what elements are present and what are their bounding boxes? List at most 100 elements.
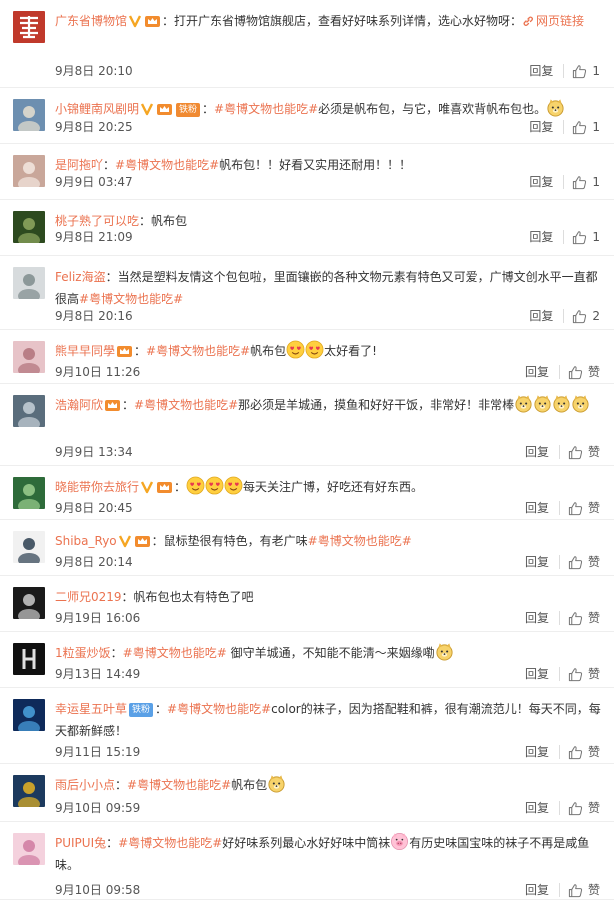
like-button[interactable]: 1	[572, 118, 600, 136]
comment-text: ：	[202, 102, 215, 116]
like-button[interactable]: 1	[572, 173, 600, 191]
username-link[interactable]: 晓能带你去旅行	[55, 480, 139, 494]
topic-hashtag-link[interactable]: #粤博文物也能吃#	[118, 836, 222, 850]
reply-button[interactable]: 回复	[525, 363, 549, 381]
avatar[interactable]	[13, 643, 45, 675]
reply-button[interactable]: 回复	[525, 665, 549, 683]
like-button[interactable]: 1	[572, 228, 600, 246]
comment-meta: 9月9日 03:47 回复 1	[55, 173, 606, 191]
reply-button[interactable]: 回复	[525, 881, 549, 899]
verified-v-icon	[140, 103, 154, 116]
doge-emoji-icon	[553, 395, 570, 413]
avatar[interactable]	[13, 587, 45, 619]
like-button[interactable]: 赞	[568, 363, 600, 381]
topic-hashtag-link[interactable]: #粤博文物也能吃#	[167, 702, 271, 716]
timestamp: 9月9日 13:34	[55, 445, 133, 459]
like-button[interactable]: 赞	[568, 799, 600, 817]
comment-actions: 回复 赞	[525, 881, 600, 899]
comment-actions: 回复 2	[529, 307, 600, 325]
reply-button[interactable]: 回复	[525, 609, 549, 627]
avatar[interactable]	[13, 699, 45, 731]
username-link[interactable]: 浩瀚阿欣	[55, 398, 103, 412]
comment-actions: 回复 1	[529, 62, 600, 80]
topic-hashtag-link[interactable]: #粤博文物也能吃#	[308, 534, 412, 548]
like-button[interactable]: 2	[572, 307, 600, 325]
avatar[interactable]	[13, 211, 45, 243]
action-divider	[563, 120, 565, 134]
avatar[interactable]	[13, 267, 45, 299]
comment-meta: 9月8日 20:16 回复 2	[55, 307, 606, 325]
comment-item: 晓能带你去旅行 ： 每天关注广博，好吃还有好东西。 9月8日 20:45 回复 赞	[0, 466, 614, 520]
comment-meta: 9月11日 15:19 回复 赞	[55, 743, 606, 761]
username-link[interactable]: 小锦鲤南风剧明	[55, 102, 139, 116]
reply-button[interactable]: 回复	[529, 307, 553, 325]
timestamp: 9月10日 11:26	[55, 365, 141, 379]
username-link[interactable]: 幸运星五叶草	[55, 702, 127, 716]
reply-button[interactable]: 回复	[525, 799, 549, 817]
avatar[interactable]	[13, 341, 45, 373]
username-link[interactable]: 熊早早同學	[55, 344, 115, 358]
comment-item: 熊早早同學 ：#粤博文物也能吃#帆布包 太好看了! 9月10日 11:26 回复 赞	[0, 330, 614, 384]
username-link[interactable]: 雨后小小点	[55, 778, 115, 792]
comment-text: ：	[103, 158, 116, 172]
avatar[interactable]	[13, 477, 45, 509]
avatar[interactable]	[13, 11, 45, 43]
avatar[interactable]	[13, 395, 45, 427]
like-count: 赞	[587, 745, 600, 759]
like-button[interactable]: 赞	[568, 609, 600, 627]
fan-crown-icon	[105, 400, 121, 411]
avatar[interactable]	[13, 775, 45, 807]
thumbs-up-icon	[568, 883, 583, 897]
username-link[interactable]: 桃子熟了可以吃	[55, 214, 139, 228]
topic-hashtag-link[interactable]: #粤博文物也能吃#	[123, 646, 227, 660]
doge-emoji-icon	[436, 643, 453, 661]
avatar[interactable]	[13, 531, 45, 563]
like-button[interactable]: 1	[572, 62, 600, 80]
avatar[interactable]	[13, 155, 45, 187]
avatar[interactable]	[13, 833, 45, 865]
reply-button[interactable]: 回复	[529, 173, 553, 191]
reply-button[interactable]: 回复	[525, 443, 549, 461]
heart-eyes-emoji-icon	[205, 476, 224, 495]
like-count: 1	[592, 175, 600, 189]
username-link[interactable]: 是阿拖吖	[55, 158, 103, 172]
timestamp: 9月9日 03:47	[55, 175, 133, 189]
topic-hashtag-link[interactable]: #粤博文物也能吃#	[214, 102, 318, 116]
like-button[interactable]: 赞	[568, 443, 600, 461]
username-link[interactable]: Shiba_Ryo	[55, 534, 117, 548]
reply-button[interactable]: 回复	[525, 743, 549, 761]
web-link[interactable]: 网页链接	[536, 14, 584, 28]
action-divider	[558, 745, 560, 759]
like-button[interactable]: 赞	[568, 499, 600, 517]
username-link[interactable]: Feliz海盗	[55, 270, 106, 284]
comment-text: ：打开广东省博物馆旗舰店，查看好好味系列详情，选心水好物呀：	[162, 14, 523, 28]
reply-button[interactable]: 回复	[525, 553, 549, 571]
like-button[interactable]: 赞	[568, 743, 600, 761]
topic-hashtag-link[interactable]: #粤博文物也能吃#	[115, 158, 219, 172]
reply-button[interactable]: 回复	[525, 499, 549, 517]
comment-actions: 回复 赞	[525, 609, 600, 627]
username-link[interactable]: PUIPUI兔	[55, 836, 106, 850]
reply-button[interactable]: 回复	[529, 228, 553, 246]
timestamp: 9月10日 09:58	[55, 883, 141, 897]
fan-crown-icon	[145, 16, 161, 27]
topic-hashtag-link[interactable]: #粤博文物也能吃#	[127, 778, 231, 792]
comment-text: ：	[122, 398, 135, 412]
topic-hashtag-link[interactable]: #粤博文物也能吃#	[79, 292, 183, 306]
username-link[interactable]: 广东省博物馆	[55, 14, 127, 28]
avatar[interactable]	[13, 99, 45, 131]
topic-hashtag-link[interactable]: #粤博文物也能吃#	[146, 344, 250, 358]
comment-body: 1粒蛋炒饭：#粤博文物也能吃# 御守羊城通，不知能不能淸～来姻缘嘞	[55, 642, 606, 664]
comment-text: ：	[134, 344, 147, 358]
reply-button[interactable]: 回复	[529, 62, 553, 80]
like-button[interactable]: 赞	[568, 665, 600, 683]
topic-hashtag-link[interactable]: #粤博文物也能吃#	[134, 398, 238, 412]
comment-meta: 9月8日 20:14 回复 赞	[55, 553, 606, 571]
comment-list: 广东省博物馆 ：打开广东省博物馆旗舰店，查看好好味系列详情，选心水好物呀： 网页链接…	[0, 0, 614, 900]
username-link[interactable]: 1粒蛋炒饭	[55, 646, 111, 660]
reply-button[interactable]: 回复	[529, 118, 553, 136]
like-button[interactable]: 赞	[568, 553, 600, 571]
username-link[interactable]: 二师兄0219	[55, 590, 122, 604]
like-button[interactable]: 赞	[568, 881, 600, 899]
comment-body: 雨后小小点：#粤博文物也能吃#帆布包	[55, 774, 606, 796]
